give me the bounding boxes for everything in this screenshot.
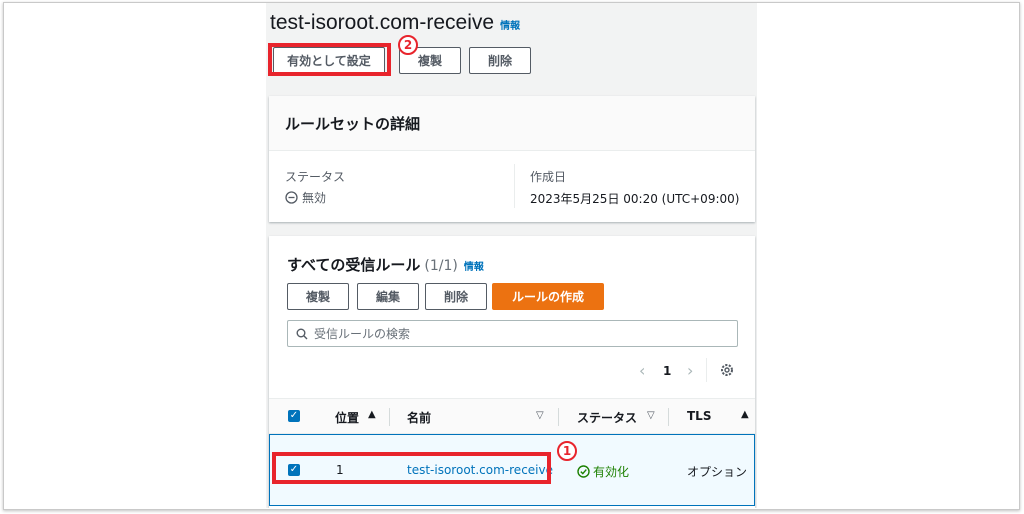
sort-down-icon[interactable]: ▽	[647, 410, 655, 421]
status-value-group: 無効	[285, 189, 326, 206]
col-position[interactable]: 位置	[335, 409, 359, 426]
created-label: 作成日	[530, 170, 567, 184]
search-icon	[296, 328, 308, 339]
info-link[interactable]: 情報	[500, 17, 520, 32]
delete-ruleset-button[interactable]: 削除	[469, 47, 531, 74]
create-rule-button[interactable]: ルールの作成	[492, 283, 604, 310]
title-row: test-isoroot.com-receive 情報	[270, 11, 520, 35]
search-placeholder: 受信ルールの検索	[314, 327, 411, 341]
details-title: ルールセットの詳細	[285, 114, 421, 133]
col-status[interactable]: ステータス	[577, 409, 637, 426]
sort-asc-icon[interactable]: ▲	[368, 409, 376, 420]
sort-down-icon[interactable]: ▽	[536, 410, 544, 421]
row-status-text: 有効化	[593, 465, 630, 479]
sort-asc-icon[interactable]: ▲	[741, 409, 749, 420]
duplicate-rule-button[interactable]: 複製	[287, 283, 349, 310]
col-divider	[668, 408, 669, 426]
col-divider	[389, 408, 390, 426]
table-header: ✓ 位置 ▲ 名前 ▽ ステータス ▽ TLS ▲	[269, 398, 755, 434]
col-name[interactable]: 名前	[407, 409, 431, 426]
rules-header: すべての受信ルール (1/1) 情報	[287, 254, 484, 275]
highlight-box-rule-row	[272, 452, 551, 484]
row-tls: オプション	[687, 465, 748, 479]
rules-title: すべての受信ルール	[287, 256, 421, 274]
settings-gear-icon[interactable]	[720, 363, 734, 377]
search-input[interactable]: 受信ルールの検索	[287, 320, 738, 347]
highlight-box-set-active	[268, 43, 391, 76]
next-page-icon[interactable]: ›	[687, 361, 693, 380]
rules-count: (1/1)	[424, 258, 458, 274]
status-value: 無効	[302, 191, 327, 205]
step-badge-2: 2	[398, 35, 418, 55]
details-divider	[514, 164, 515, 208]
page-number[interactable]: 1	[663, 364, 671, 378]
main-panel: test-isoroot.com-receive 情報 有効として設定 複製 削…	[266, 3, 757, 508]
ruleset-details-card: ルールセットの詳細 ステータス 無効 作成日 2023年5月25日 00:20 …	[269, 96, 755, 222]
details-header: ルールセットの詳細	[269, 96, 755, 151]
pager-divider	[706, 358, 707, 382]
check-circle-icon	[577, 465, 590, 478]
step-badge-1: 1	[557, 441, 577, 461]
row-status: 有効化	[577, 463, 629, 480]
disabled-icon	[285, 191, 298, 204]
prev-page-icon[interactable]: ‹	[639, 361, 645, 380]
edit-rule-button[interactable]: 編集	[357, 283, 419, 310]
delete-rule-button[interactable]: 削除	[425, 283, 487, 310]
col-tls[interactable]: TLS	[687, 409, 711, 423]
select-all-checkbox[interactable]: ✓	[288, 410, 300, 422]
rules-info-link[interactable]: 情報	[464, 258, 484, 273]
page-title: test-isoroot.com-receive	[270, 11, 495, 34]
col-divider	[558, 408, 559, 426]
status-label: ステータス	[285, 170, 346, 184]
created-value: 2023年5月25日 00:20 (UTC+09:00)	[530, 192, 740, 206]
